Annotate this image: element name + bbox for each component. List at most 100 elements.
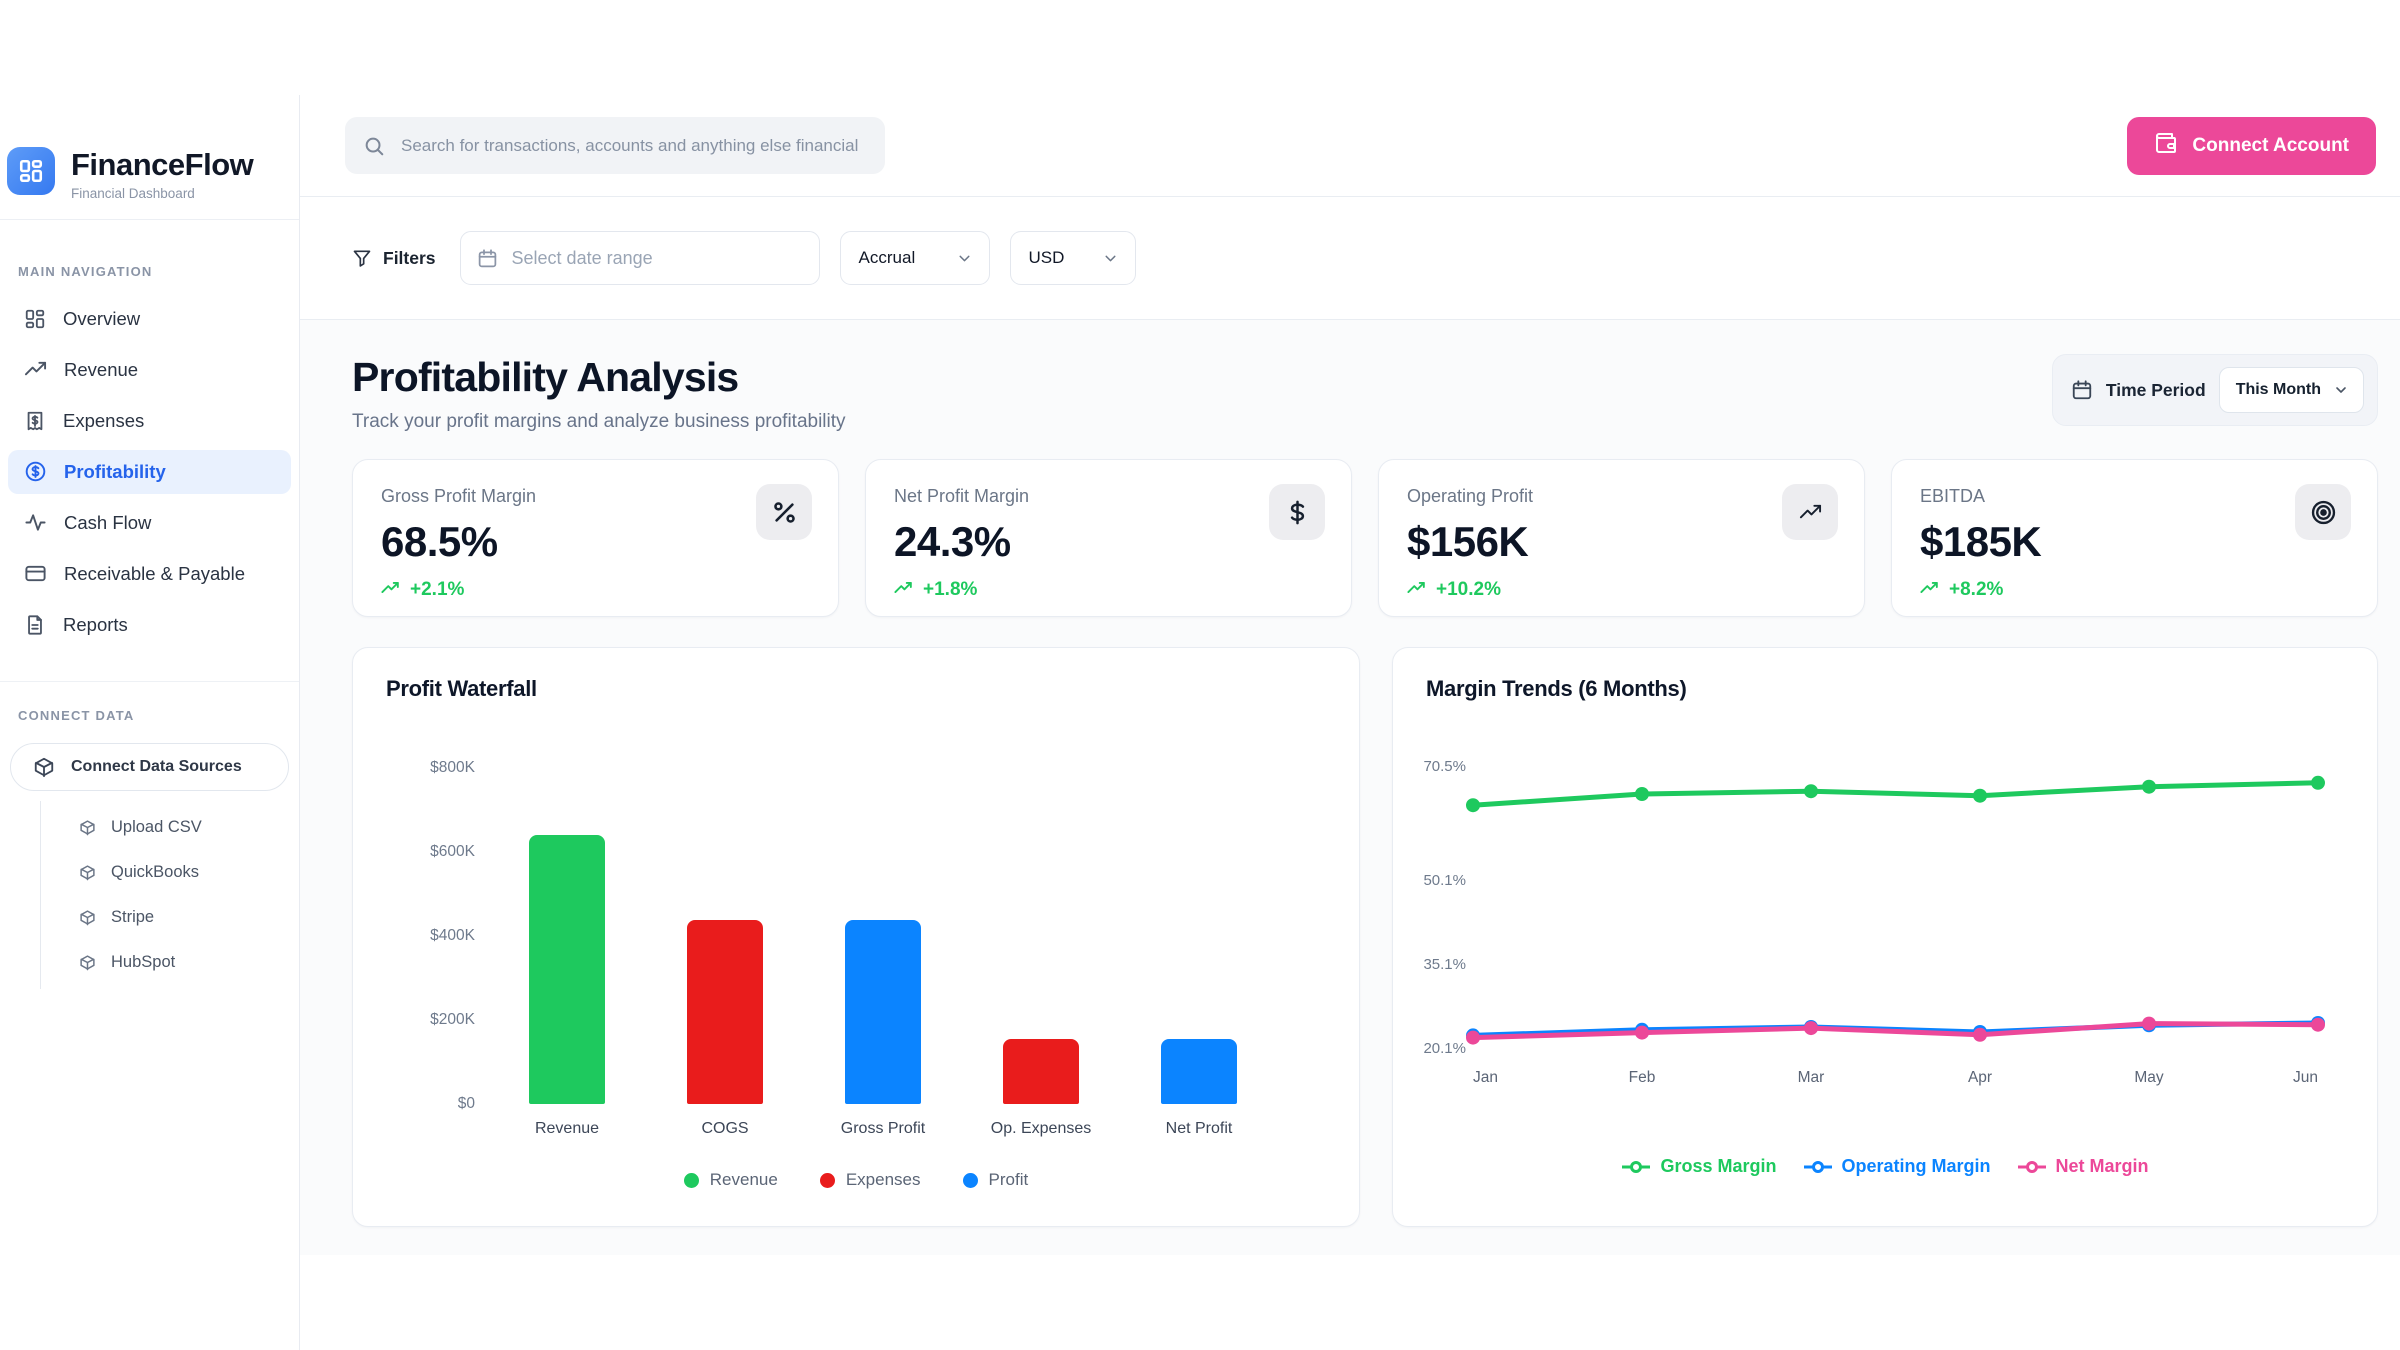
legend-item-profit: Profit (963, 1170, 1029, 1190)
currency-value: USD (1029, 248, 1065, 268)
margin-trends-card: Margin Trends (6 Months) 70.5%50.1%35.1%… (1392, 647, 2378, 1227)
sidebar-item-overview[interactable]: Overview (8, 297, 291, 341)
trending-up-icon (24, 358, 47, 381)
data-source-hubspot[interactable]: HubSpot (41, 940, 299, 985)
x-axis-label: Feb (1629, 1069, 1656, 1086)
sidebar-item-label: Overview (63, 308, 140, 330)
date-range-placeholder: Select date range (512, 248, 653, 269)
app-name: FinanceFlow (71, 147, 253, 182)
sidebar-item-cash-flow[interactable]: Cash Flow (8, 501, 291, 545)
date-range-input[interactable]: Select date range (460, 231, 820, 285)
sidebar-item-revenue[interactable]: Revenue (8, 348, 291, 392)
waterfall-bar-gross-profit (845, 920, 921, 1104)
x-axis-label: Revenue (492, 1120, 642, 1138)
calendar-icon (477, 248, 498, 269)
trending-up-icon (1782, 484, 1838, 540)
coin-dollar-icon (24, 460, 47, 483)
sidebar-item-label: Cash Flow (64, 512, 151, 534)
data-source-label: QuickBooks (111, 863, 199, 882)
legend-label: Revenue (710, 1170, 778, 1190)
waterfall-bar-op-expenses (1003, 1039, 1079, 1104)
chart-title: Margin Trends (6 Months) (1426, 676, 1686, 702)
kpi-delta-value: +8.2% (1949, 579, 2003, 601)
receipt-icon (24, 410, 46, 432)
search-input[interactable] (345, 117, 885, 174)
filter-bar: Filters Select date range Accrual USD (300, 197, 2400, 320)
x-axis-label: Op. Expenses (966, 1120, 1116, 1138)
content: Profitability Analysis Track your profit… (300, 320, 2400, 1255)
document-icon (24, 614, 46, 636)
connect-section-label: CONNECT DATA (18, 708, 299, 723)
y-axis-tick: 35.1% (1423, 956, 1466, 973)
sidebar-item-label: Profitability (64, 461, 166, 483)
legend-item-net-margin: Net Margin (2017, 1156, 2149, 1177)
y-axis-tick: $400K (365, 927, 475, 945)
sidebar-item-reports[interactable]: Reports (8, 603, 291, 647)
x-axis-label: COGS (650, 1120, 800, 1138)
waterfall-bar-net-profit (1161, 1039, 1237, 1104)
currency-select[interactable]: USD (1010, 231, 1136, 285)
connect-account-button[interactable]: Connect Account (2127, 117, 2376, 175)
trend-up-icon (1920, 579, 1940, 601)
filters-toggle[interactable]: Filters (352, 248, 436, 269)
kpi-label: Gross Profit Margin (381, 486, 810, 507)
kpi-delta: +1.8% (894, 579, 1323, 601)
data-point (1466, 798, 1480, 812)
data-source-label: HubSpot (111, 953, 175, 972)
series-line-gross-margin (1473, 783, 2318, 805)
sidebar-item-expenses[interactable]: Expenses (8, 399, 291, 443)
time-period-label: Time Period (2106, 380, 2206, 401)
data-point (1635, 787, 1649, 801)
sidebar-item-profitability[interactable]: Profitability (8, 450, 291, 494)
data-point (1466, 1031, 1480, 1045)
y-axis-tick: 50.1% (1423, 872, 1466, 889)
kpi-label: Net Profit Margin (894, 486, 1323, 507)
time-period-widget: Time Period This Month (2052, 354, 2378, 426)
activity-icon (24, 511, 47, 534)
finance-dashboard: FinanceFlow Financial Dashboard MAIN NAV… (0, 0, 2400, 1350)
data-source-upload-csv[interactable]: Upload CSV (41, 805, 299, 850)
y-axis-tick: 20.1% (1423, 1040, 1466, 1057)
data-source-label: Stripe (111, 908, 154, 927)
legend-item-revenue: Revenue (684, 1170, 778, 1190)
sidebar-item-receivable-payable[interactable]: Receivable & Payable (8, 552, 291, 596)
data-source-quickbooks[interactable]: QuickBooks (41, 850, 299, 895)
data-point (1635, 1026, 1649, 1040)
kpi-delta-value: +2.1% (410, 579, 464, 601)
data-point (1804, 1021, 1818, 1035)
sidebar-item-label: Receivable & Payable (64, 563, 245, 585)
time-period-value: This Month (2236, 381, 2321, 399)
accounting-basis-select[interactable]: Accrual (840, 231, 990, 285)
legend-label: Gross Margin (1660, 1156, 1776, 1177)
kpi-value: $185K (1920, 518, 2349, 566)
legend-marker (2017, 1160, 2047, 1174)
chevron-down-icon (2333, 382, 2349, 398)
data-source-stripe[interactable]: Stripe (41, 895, 299, 940)
legend-dot (820, 1173, 835, 1188)
data-point (2142, 1017, 2156, 1031)
app-logo-icon (7, 147, 55, 195)
x-axis-label: Apr (1968, 1069, 1992, 1086)
app-brand: FinanceFlow Financial Dashboard (0, 95, 299, 201)
margin-trends-plot: 70.5%50.1%35.1%20.1%JanFebMarAprMayJun (1418, 730, 2348, 1105)
time-period-select[interactable]: This Month (2219, 367, 2364, 413)
kpi-value: 68.5% (381, 518, 810, 566)
y-axis-tick: $200K (365, 1011, 475, 1029)
legend-label: Profit (989, 1170, 1029, 1190)
sidebar: FinanceFlow Financial Dashboard MAIN NAV… (0, 95, 300, 1350)
kpi-card-operating-profit: Operating Profit$156K+10.2% (1378, 459, 1865, 617)
profit-waterfall-card: Profit Waterfall $800K$600K$400K$200K$0R… (352, 647, 1360, 1227)
connect-data-sources-button[interactable]: Connect Data Sources (10, 743, 289, 791)
data-point (2311, 776, 2325, 790)
kpi-delta-value: +10.2% (1436, 579, 1501, 601)
margin-trends-legend: Gross MarginOperating MarginNet Margin (1393, 1156, 2377, 1177)
data-point (1973, 1028, 1987, 1042)
page-header: Profitability Analysis Track your profit… (352, 354, 2378, 433)
x-axis-label: Gross Profit (808, 1120, 958, 1138)
chart-title: Profit Waterfall (386, 676, 537, 702)
funnel-icon (352, 248, 372, 268)
kpi-label: Operating Profit (1407, 486, 1836, 507)
legend-dot (963, 1173, 978, 1188)
kpi-card-gross-profit-margin: Gross Profit Margin 68.5% +2.1% (352, 459, 839, 617)
legend-marker (1803, 1160, 1833, 1174)
